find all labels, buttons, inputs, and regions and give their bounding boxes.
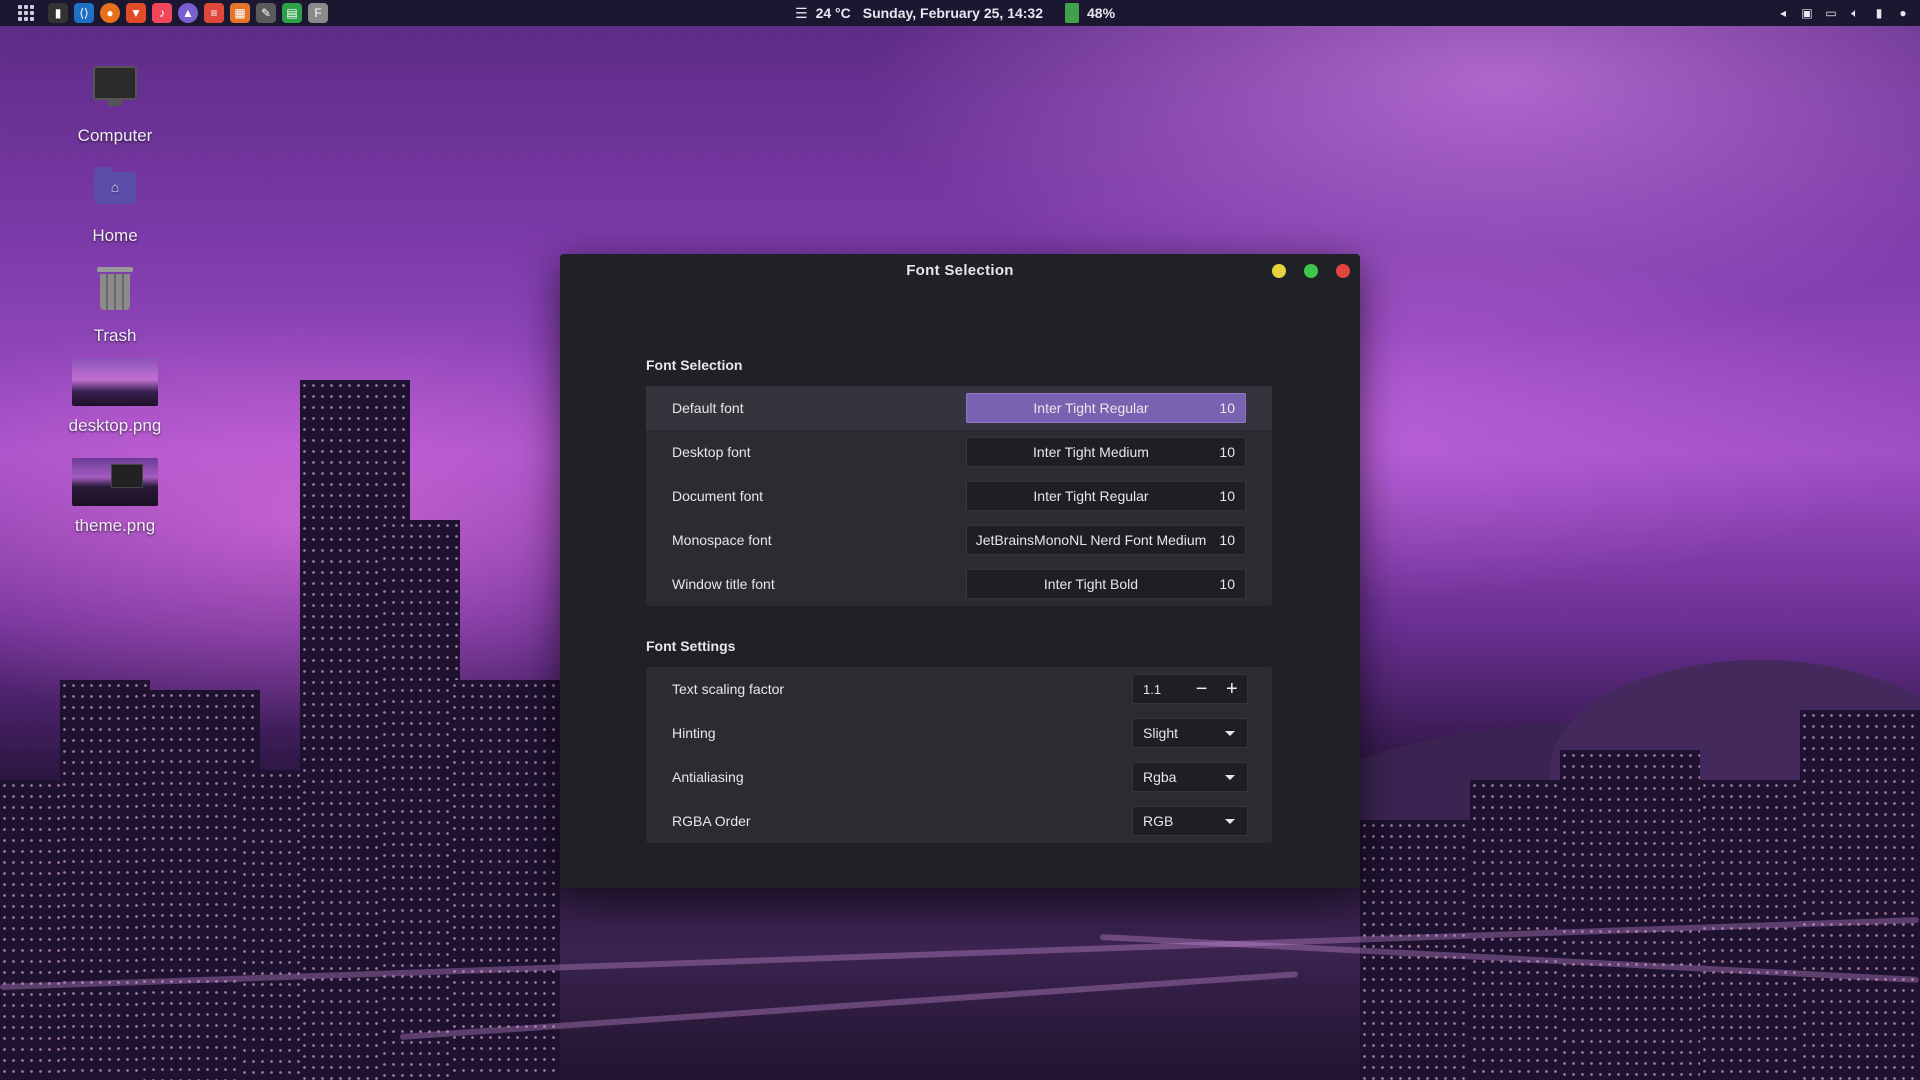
desktop-icon-label: Computer xyxy=(77,126,153,145)
dropdown-value: Rgba xyxy=(1143,769,1177,785)
font-row-document: Document font Inter Tight Regular 10 xyxy=(646,474,1272,518)
font-name: Inter Tight Bold xyxy=(1043,576,1139,592)
font-row-label: Document font xyxy=(672,488,764,504)
document-icon[interactable]: ▣ xyxy=(1800,6,1814,20)
decrease-button[interactable]: − xyxy=(1186,675,1216,703)
dropdown-value: RGB xyxy=(1143,813,1174,829)
desktop-icon-trash[interactable]: Trash xyxy=(40,258,190,346)
image-thumbnail-icon xyxy=(72,348,158,412)
font-size: 10 xyxy=(1219,532,1235,548)
text-scaling-spinner: 1.1 − + xyxy=(1132,674,1248,704)
window-title-font-button[interactable]: Inter Tight Bold 10 xyxy=(966,569,1246,599)
music-icon[interactable]: ♪ xyxy=(152,3,172,23)
todoist-icon[interactable]: ≡ xyxy=(204,3,224,23)
maximize-button[interactable] xyxy=(1304,264,1318,278)
font-name: Inter Tight Regular xyxy=(1033,400,1149,416)
font-size: 10 xyxy=(1219,488,1235,504)
default-font-button[interactable]: Inter Tight Regular 10 xyxy=(966,393,1246,423)
dropdown-value: Slight xyxy=(1143,725,1179,741)
app-launcher-bar: ▮ ⟨⟩ ● ▼ ♪ ▲ ≡ ▦ ✎ ▤ F xyxy=(0,3,328,23)
font-name: Inter Tight Regular xyxy=(1033,488,1149,504)
screen-icon[interactable]: ▭ xyxy=(1824,6,1838,20)
battery-icon xyxy=(1065,3,1079,23)
calendar-icon[interactable]: ▦ xyxy=(230,3,250,23)
font-name: Inter Tight Medium xyxy=(1033,444,1149,460)
battery-percent: 48% xyxy=(1087,5,1116,21)
notes-icon[interactable]: ✎ xyxy=(256,3,276,23)
increase-button[interactable]: + xyxy=(1217,675,1247,703)
window-title: Font Selection xyxy=(906,262,1014,279)
desktop-icon-label: Trash xyxy=(93,326,137,345)
setting-label: Text scaling factor xyxy=(672,681,785,697)
top-panel: ▮ ⟨⟩ ● ▼ ♪ ▲ ≡ ▦ ✎ ▤ F ☰ 24 °C Sunday, F… xyxy=(0,0,1920,26)
setting-label: Antialiasing xyxy=(672,769,744,785)
setting-label: RGBA Order xyxy=(672,813,751,829)
chevron-down-icon xyxy=(1225,818,1235,824)
desktop-icon-label: theme.png xyxy=(74,516,156,535)
font-size: 10 xyxy=(1219,444,1235,460)
terminal-icon[interactable]: ▮ xyxy=(48,3,68,23)
firefox-icon[interactable]: ● xyxy=(100,3,120,23)
font-selection-panel: Default font Inter Tight Regular 10 Desk… xyxy=(646,386,1272,606)
datetime: Sunday, February 25, 14:32 xyxy=(862,5,1043,21)
hinting-dropdown[interactable]: Slight xyxy=(1132,718,1248,748)
trash-icon xyxy=(83,258,147,322)
antialiasing-dropdown[interactable]: Rgba xyxy=(1132,762,1248,792)
brave-icon[interactable]: ▼ xyxy=(126,3,146,23)
tray-expand-icon[interactable]: ◂ xyxy=(1776,6,1790,20)
desktop-icon-desktop-png[interactable]: desktop.png xyxy=(40,348,190,436)
font-row-window-title: Window title font Inter Tight Bold 10 xyxy=(646,562,1272,606)
font-selection-heading: Font Selection xyxy=(646,357,743,373)
clock-area[interactable]: ☰ 24 °C Sunday, February 25, 14:32 48% xyxy=(795,0,1115,26)
font-settings-panel: Text scaling factor 1.1 − + Hinting Slig… xyxy=(646,667,1272,843)
image-thumbnail-icon xyxy=(72,448,158,512)
fonts-icon[interactable]: F xyxy=(308,3,328,23)
vscode-icon[interactable]: ⟨⟩ xyxy=(74,3,94,23)
font-row-label: Window title font xyxy=(672,576,775,592)
weather-icon: ☰ xyxy=(795,4,808,21)
setting-label: Hinting xyxy=(672,725,716,741)
setting-row-rgba-order: RGBA Order RGB xyxy=(646,799,1272,843)
setting-row-hinting: Hinting Slight xyxy=(646,711,1272,755)
font-selection-window: Font Selection Font Selection Default fo… xyxy=(560,254,1360,888)
font-row-label: Monospace font xyxy=(672,532,772,548)
font-row-default: Default font Inter Tight Regular 10 xyxy=(646,386,1272,430)
separator-icon: ▮ xyxy=(1875,6,1883,20)
minimize-button[interactable] xyxy=(1272,264,1286,278)
chevron-down-icon xyxy=(1225,730,1235,736)
font-row-label: Desktop font xyxy=(672,444,751,460)
computer-icon xyxy=(83,58,147,122)
font-settings-heading: Font Settings xyxy=(646,638,736,654)
text-scaling-value[interactable]: 1.1 xyxy=(1133,682,1186,697)
desktop-font-button[interactable]: Inter Tight Medium 10 xyxy=(966,437,1246,467)
system-tray: ◂ ▣ ▭ 🔈︎ ▮ ● xyxy=(1776,0,1910,26)
desktop-icon-label: desktop.png xyxy=(68,416,162,435)
close-button[interactable] xyxy=(1336,264,1350,278)
monospace-font-button[interactable]: JetBrainsMonoNL Nerd Font Medium 10 xyxy=(966,525,1246,555)
user-icon[interactable]: ● xyxy=(1896,6,1910,20)
bug-icon[interactable]: ▲ xyxy=(178,3,198,23)
chevron-down-icon xyxy=(1225,774,1235,780)
document-font-button[interactable]: Inter Tight Regular 10 xyxy=(966,481,1246,511)
desktop-icon-label: Home xyxy=(92,226,138,245)
setting-row-antialiasing: Antialiasing Rgba xyxy=(646,755,1272,799)
volume-icon[interactable]: 🔈︎ xyxy=(1848,6,1862,20)
font-row-desktop: Desktop font Inter Tight Medium 10 xyxy=(646,430,1272,474)
spreadsheet-icon[interactable]: ▤ xyxy=(282,3,302,23)
app-grid-icon[interactable] xyxy=(18,5,34,21)
desktop-icon-home[interactable]: ⌂ Home xyxy=(40,158,190,246)
desktop-icon-computer[interactable]: Computer xyxy=(40,58,190,146)
home-folder-icon: ⌂ xyxy=(83,158,147,222)
rgba-order-dropdown[interactable]: RGB xyxy=(1132,806,1248,836)
font-row-label: Default font xyxy=(672,400,744,416)
font-row-monospace: Monospace font JetBrainsMonoNL Nerd Font… xyxy=(646,518,1272,562)
font-size: 10 xyxy=(1219,400,1235,416)
setting-row-scaling: Text scaling factor 1.1 − + xyxy=(646,667,1272,711)
desktop-icon-theme-png[interactable]: theme.png xyxy=(40,448,190,536)
font-name: JetBrainsMonoNL Nerd Font Medium xyxy=(975,532,1207,548)
font-size: 10 xyxy=(1219,576,1235,592)
weather-temp: 24 °C xyxy=(815,5,851,21)
